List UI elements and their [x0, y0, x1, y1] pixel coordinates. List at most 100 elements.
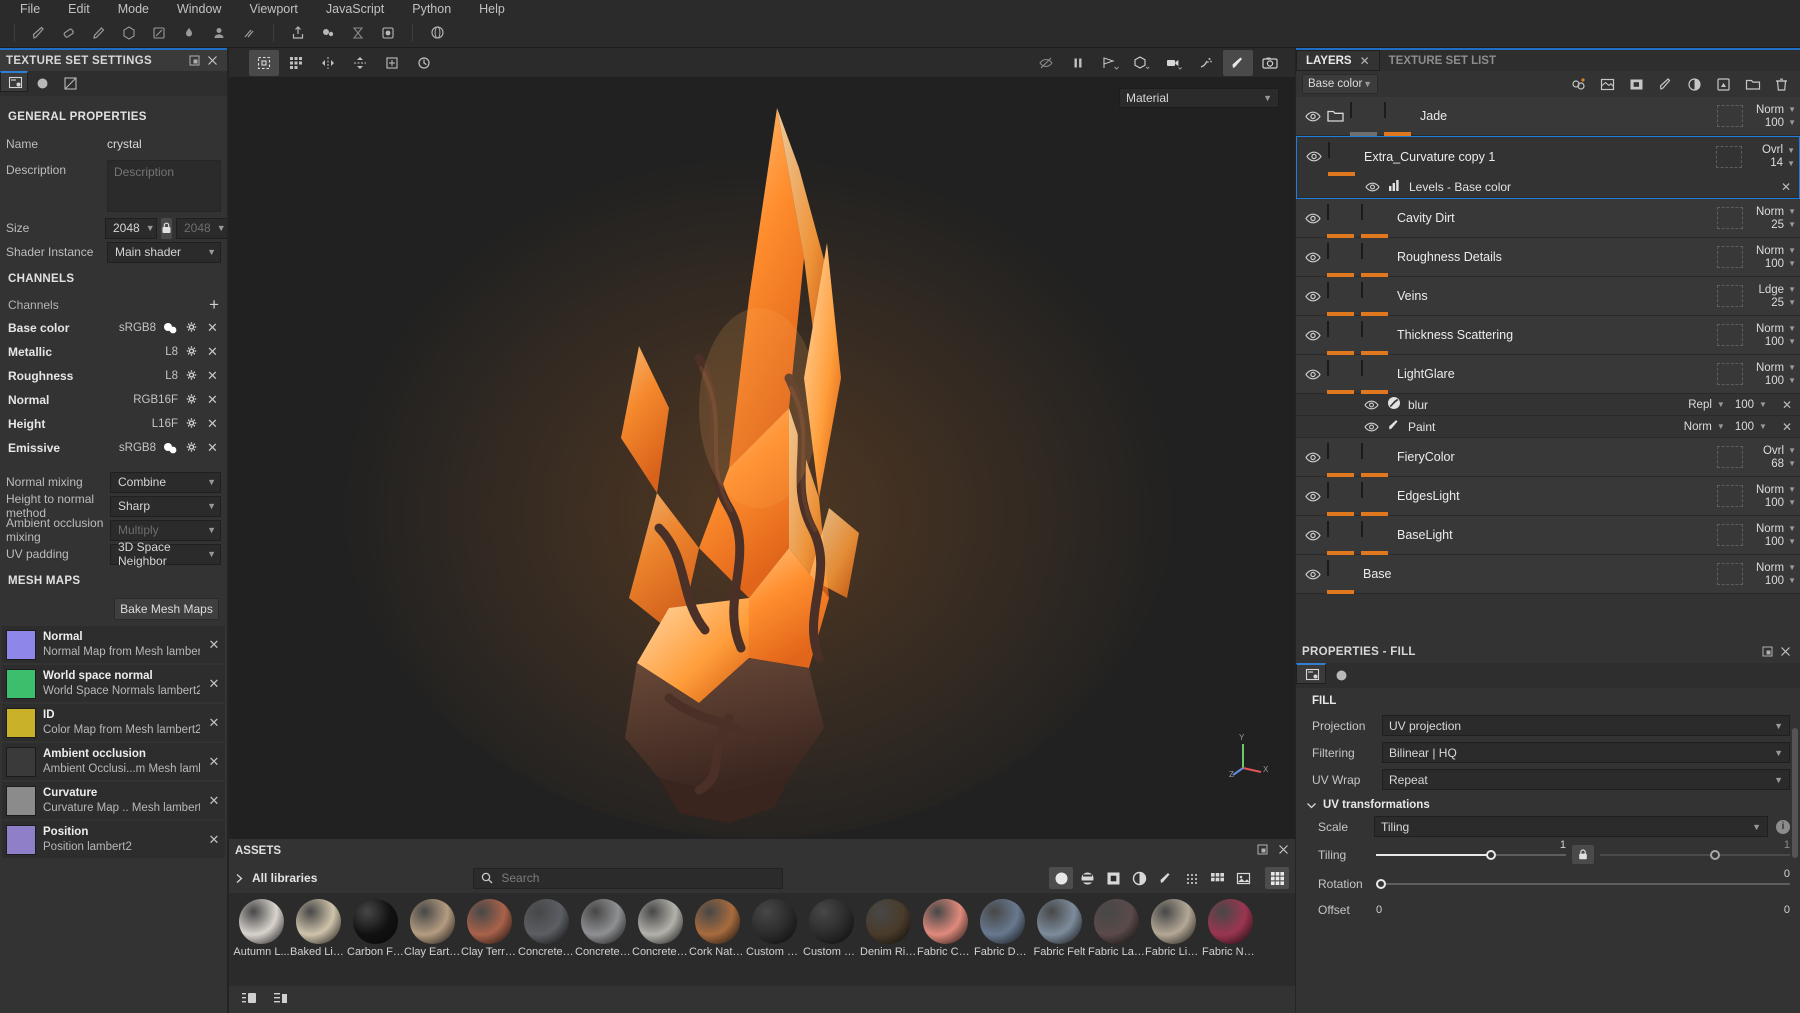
- channel-settings-icon[interactable]: [185, 441, 199, 455]
- remove-mesh-map-icon[interactable]: ✕: [207, 793, 221, 809]
- add-channel-button[interactable]: +: [209, 296, 219, 313]
- render-icon[interactable]: [374, 20, 402, 46]
- remove-mesh-map-icon[interactable]: ✕: [207, 715, 221, 731]
- asset-item[interactable]: Fabric Nylon: [1202, 899, 1259, 958]
- layer-name[interactable]: Cavity Dirt: [1393, 211, 1712, 225]
- add-filter-icon[interactable]: [1682, 73, 1707, 95]
- menu-item-edit[interactable]: Edit: [54, 0, 104, 18]
- layer-visibility-icon[interactable]: [1304, 111, 1322, 122]
- mesh-map-row[interactable]: Curvature Curvature Map .. Mesh lambert2 ✕: [2, 782, 225, 819]
- remove-channel-icon[interactable]: ✕: [206, 392, 219, 408]
- info-icon[interactable]: i: [1776, 819, 1790, 834]
- layer-visibility-icon[interactable]: [1304, 252, 1322, 263]
- layer-visibility-icon[interactable]: [1304, 491, 1322, 502]
- menu-item-help[interactable]: Help: [465, 0, 519, 18]
- layer-blend-mode[interactable]: Ovrl ▼: [1763, 445, 1796, 457]
- add-generator-icon[interactable]: [1711, 73, 1736, 95]
- asset-item[interactable]: Concrete C...: [575, 899, 632, 958]
- channel-option-select[interactable]: Sharp ▼: [110, 495, 221, 517]
- asset-item[interactable]: Baked Lig...: [290, 899, 347, 958]
- layer-name[interactable]: EdgesLight: [1393, 489, 1712, 503]
- layer-thumbnail-wrap[interactable]: [1350, 101, 1377, 136]
- asset-item[interactable]: Denim Rivet: [860, 899, 917, 958]
- pause-icon[interactable]: [1063, 50, 1093, 76]
- layer-opacity[interactable]: 100 ▼: [1765, 117, 1796, 129]
- brushes-filter-icon[interactable]: [1153, 867, 1177, 889]
- shader-settings-tab[interactable]: [28, 71, 56, 96]
- layer-opacity[interactable]: 14 ▼: [1770, 157, 1795, 169]
- effect-blend-mode[interactable]: Norm ▼: [1684, 421, 1725, 433]
- polygon-fill-icon[interactable]: [145, 20, 173, 46]
- effect-name[interactable]: blur: [1408, 398, 1428, 412]
- remove-channel-icon[interactable]: ✕: [206, 416, 219, 432]
- asset-item[interactable]: Fabric Linen: [1145, 899, 1202, 958]
- menu-item-file[interactable]: File: [6, 0, 54, 18]
- effect-visibility-icon[interactable]: [1362, 422, 1380, 432]
- asset-item[interactable]: Carbon Fiber: [347, 899, 404, 958]
- layer-mask-thumbnail-wrap[interactable]: [1361, 520, 1388, 555]
- description-input[interactable]: Description: [107, 160, 221, 212]
- layer-opacity[interactable]: 100 ▼: [1765, 497, 1796, 509]
- asset-item[interactable]: Clay Terrac...: [461, 899, 518, 958]
- layer-mask-thumbnail-wrap[interactable]: [1361, 320, 1388, 355]
- assets-close-icon[interactable]: [1278, 844, 1289, 858]
- material-properties-tab[interactable]: [1326, 663, 1356, 688]
- effect-opacity[interactable]: 100 ▼: [1735, 421, 1767, 433]
- 3d-viewport[interactable]: Material ▼ Y X Z: [229, 78, 1295, 838]
- layer-blend-mode[interactable]: Norm ▼: [1756, 104, 1796, 116]
- layer-row[interactable]: Roughness Details Norm ▼ 100 ▼: [1296, 238, 1800, 277]
- bake-mesh-maps-button[interactable]: Bake Mesh Maps: [114, 598, 219, 620]
- list-view-icon[interactable]: [237, 988, 261, 1010]
- layer-mask-slot[interactable]: [1717, 285, 1743, 307]
- scale-select[interactable]: Tiling ▼: [1374, 816, 1768, 837]
- uv-transformations-collapse[interactable]: UV transformations: [1296, 793, 1800, 813]
- blur-tool-icon[interactable]: [235, 20, 263, 46]
- layer-mask-slot[interactable]: [1717, 105, 1743, 127]
- layer-mask-thumbnail-wrap[interactable]: [1361, 481, 1388, 516]
- layer-opacity[interactable]: 25 ▼: [1771, 297, 1796, 309]
- layer-visibility-icon[interactable]: [1304, 530, 1322, 541]
- plugins-icon[interactable]: [314, 20, 342, 46]
- menu-item-viewport[interactable]: Viewport: [235, 0, 311, 18]
- clone-stamp-icon[interactable]: [205, 20, 233, 46]
- effect-name[interactable]: Levels - Base color: [1409, 180, 1511, 194]
- tab-layers[interactable]: LAYERS ✕: [1296, 50, 1380, 71]
- layer-mask-thumbnail-wrap[interactable]: [1361, 281, 1388, 316]
- layer-name[interactable]: Extra_Curvature copy 1: [1360, 150, 1711, 164]
- alphas-filter-icon[interactable]: [1179, 867, 1203, 889]
- add-black-mask-icon[interactable]: [1624, 73, 1649, 95]
- layer-row[interactable]: Base Norm ▼ 100 ▼: [1296, 555, 1800, 594]
- layer-blend-mode[interactable]: Norm ▼: [1756, 562, 1796, 574]
- pencil-icon[interactable]: [85, 20, 113, 46]
- tiling-v-slider[interactable]: [1600, 849, 1790, 860]
- layer-mask-slot[interactable]: [1716, 145, 1742, 168]
- layer-thumbnail-wrap[interactable]: [1327, 520, 1354, 555]
- channel-row[interactable]: Roughness L8 ✕: [0, 364, 227, 388]
- layer-mask-slot[interactable]: [1717, 563, 1743, 585]
- channel-row[interactable]: Height L16F ✕: [0, 412, 227, 436]
- channel-row[interactable]: Emissive sRGB8 ✕: [0, 436, 227, 460]
- properties-scrollbar[interactable]: [1792, 728, 1798, 858]
- photo-icon[interactable]: [1255, 50, 1285, 76]
- add-paint-icon[interactable]: [1653, 73, 1678, 95]
- layer-opacity[interactable]: 100 ▼: [1765, 375, 1796, 387]
- properties-undock-icon[interactable]: [1758, 643, 1776, 661]
- layer-thumbnail-wrap[interactable]: [1327, 442, 1354, 477]
- sphere-icon[interactable]: [423, 20, 451, 46]
- layer-row[interactable]: LightGlare Norm ▼ 100 ▼: [1296, 355, 1800, 394]
- smudge-icon[interactable]: [175, 20, 203, 46]
- layer-name[interactable]: Thickness Scattering: [1393, 328, 1712, 342]
- layer-row[interactable]: EdgesLight Norm ▼ 100 ▼: [1296, 477, 1800, 516]
- channel-settings-icon[interactable]: [185, 345, 199, 359]
- layer-mask-slot[interactable]: [1717, 324, 1743, 346]
- remove-channel-icon[interactable]: ✕: [206, 440, 219, 456]
- layer-visibility-icon[interactable]: [1304, 452, 1322, 463]
- tab-texture-set-list[interactable]: TEXTURE SET LIST: [1380, 50, 1505, 71]
- layer-blend-mode[interactable]: Norm ▼: [1756, 245, 1796, 257]
- layer-name[interactable]: BaseLight: [1393, 528, 1712, 542]
- grid-view-icon[interactable]: [1265, 867, 1289, 889]
- layer-visibility-icon[interactable]: [1304, 291, 1322, 302]
- close-icon[interactable]: [203, 52, 221, 70]
- layer-name[interactable]: LightGlare: [1393, 367, 1712, 381]
- layer-blend-mode[interactable]: Norm ▼: [1756, 484, 1796, 496]
